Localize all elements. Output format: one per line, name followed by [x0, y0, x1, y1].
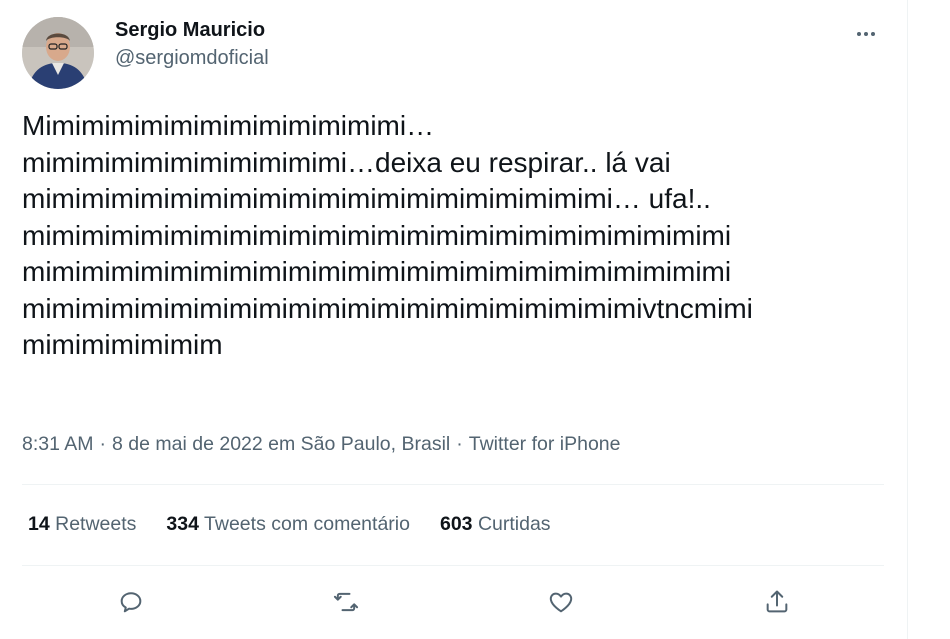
likes-stat[interactable]: 603 Curtidas	[440, 511, 551, 537]
quotes-count: 334	[166, 513, 199, 535]
tweet-header: Sergio Mauricio @sergiomdoficial	[22, 8, 884, 89]
share-button[interactable]	[757, 582, 797, 622]
tweet: Sergio Mauricio @sergiomdoficial Mimimim…	[22, 0, 884, 639]
tweet-actions	[22, 582, 884, 622]
tweet-source[interactable]: Twitter for iPhone	[469, 433, 621, 455]
user-names: Sergio Mauricio @sergiomdoficial	[115, 16, 269, 72]
retweet-button[interactable]	[326, 582, 366, 622]
tweet-time[interactable]: 8:31 AM	[22, 433, 94, 455]
divider	[22, 565, 884, 566]
more-icon	[857, 32, 875, 36]
tweet-text: Mimimimimimimimimimimimimi… mimimimimimi…	[22, 110, 753, 360]
retweets-label: Retweets	[55, 513, 137, 535]
timeline-border	[907, 0, 908, 639]
avatar[interactable]	[22, 17, 94, 89]
divider	[22, 484, 884, 485]
like-button[interactable]	[541, 582, 581, 622]
heart-icon	[549, 592, 573, 613]
meta-separator: ·	[456, 433, 463, 455]
more-options-button[interactable]	[848, 16, 884, 52]
reply-button[interactable]	[111, 582, 151, 622]
user-handle[interactable]: @sergiomdoficial	[115, 44, 269, 72]
retweets-count: 14	[28, 513, 50, 535]
likes-count: 603	[439, 513, 473, 535]
avatar-image	[22, 17, 94, 89]
tweet-meta: 8:31 AM · 8 de mai de 2022 em São Paulo, B…	[22, 431, 620, 457]
tweet-stats: 14 Retweets 334 Tweets com comentário 60…	[28, 511, 581, 537]
reply-icon	[120, 592, 142, 613]
retweets-stat[interactable]: 14 Retweets	[28, 511, 136, 537]
quotes-stat[interactable]: 334 Tweets com comentário	[166, 511, 410, 537]
quotes-label: Tweets com comentário	[204, 513, 410, 535]
meta-separator: ·	[99, 433, 107, 455]
retweet-icon	[333, 592, 359, 612]
share-icon	[766, 590, 788, 613]
likes-label: Curtidas	[477, 513, 551, 535]
tweet-date-location[interactable]: 8 de mai de 2022 em São Paulo, Brasil	[112, 433, 450, 455]
display-name[interactable]: Sergio Mauricio	[115, 16, 269, 44]
